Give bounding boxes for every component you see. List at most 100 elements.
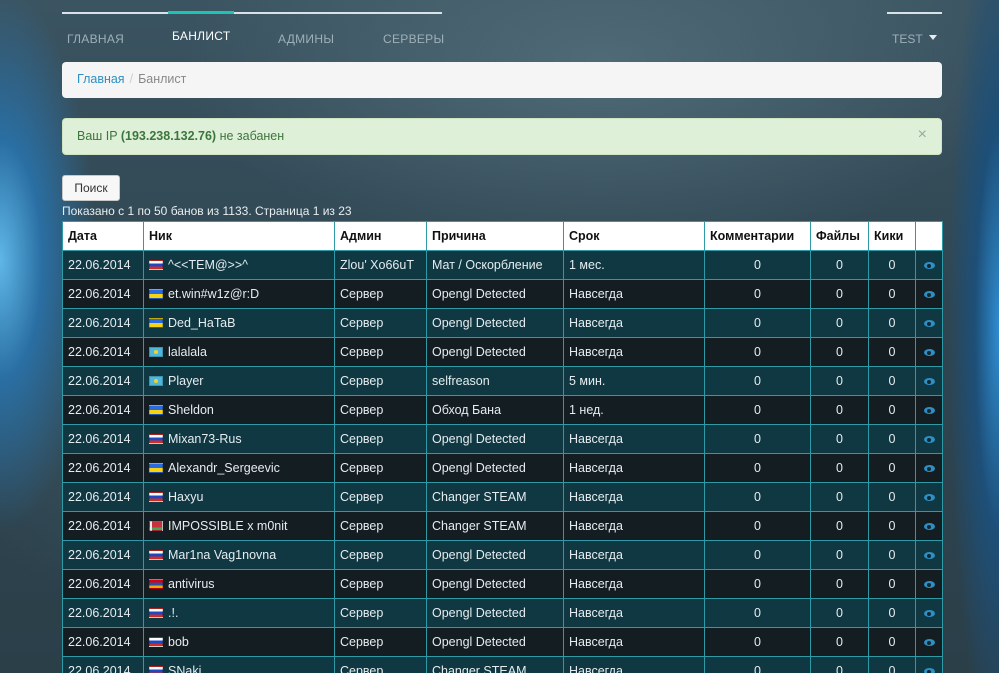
eye-icon[interactable]	[923, 291, 935, 298]
cell-kicks: 0	[868, 656, 916, 673]
table-row[interactable]: 22.06.2014 Sheldon Сервер Обход Бана 1 нед. 0…	[62, 395, 943, 425]
cell-files: 0	[810, 656, 869, 673]
table-row[interactable]: 22.06.2014 Player Сервер selfreason 5 мин. 0 0…	[62, 366, 943, 396]
cell-date: 22.06.2014	[62, 511, 144, 541]
table-row[interactable]: 22.06.2014 SNaki Сервер Changer STEAM Навсег…	[62, 656, 943, 673]
nav-divider	[62, 12, 442, 14]
table-row[interactable]: 22.06.2014 Haxyu Сервер Changer STEAM Навсег…	[62, 482, 943, 512]
cell-nick: antivirus	[143, 569, 335, 599]
table-row[interactable]: 22.06.2014 Ded_HaTaB Сервер Opengl Detected…	[62, 308, 943, 338]
close-icon[interactable]: ×	[918, 126, 927, 144]
nav-item-admins[interactable]: АДМИНЫ	[278, 32, 334, 46]
cell-comments: 0	[704, 308, 811, 338]
caret-down-icon	[928, 35, 937, 41]
table-row[interactable]: 22.06.2014 lalalala Сервер Opengl Detected Н…	[62, 337, 943, 367]
nav-item-banlist[interactable]: БАНЛИСТ	[172, 29, 230, 43]
column-header-nick[interactable]: Ник	[143, 221, 335, 251]
cell-comments: 0	[704, 540, 811, 570]
eye-icon[interactable]	[923, 320, 935, 327]
country-flag-icon	[149, 550, 163, 560]
column-header-kicks[interactable]: Кики	[868, 221, 916, 251]
column-header-comments[interactable]: Комментарии	[704, 221, 811, 251]
eye-icon[interactable]	[923, 407, 935, 414]
player-nick: Ded_HaTaB	[168, 316, 236, 330]
table-row[interactable]: 22.06.2014 Alexandr_Sergeevic Сервер Opengl…	[62, 453, 943, 483]
user-menu[interactable]: TEST	[892, 32, 937, 46]
table-row[interactable]: 22.06.2014 et.win#w1z@r:D Сервер Opengl Det…	[62, 279, 943, 309]
player-nick: Haxyu	[168, 490, 204, 504]
table-row[interactable]: 22.06.2014 Mar1na Vag1novna Сервер Opengl D…	[62, 540, 943, 570]
cell-term: Навсегда	[563, 511, 705, 541]
nav-divider-right	[887, 12, 942, 14]
cell-files: 0	[810, 337, 869, 367]
nav-item-servers[interactable]: СЕРВЕРЫ	[383, 32, 444, 46]
search-button[interactable]: Поиск	[62, 175, 120, 201]
table-row[interactable]: 22.06.2014 IMPOSSIBLE x m0nit Сервер Change…	[62, 511, 943, 541]
cell-reason: Opengl Detected	[426, 569, 564, 599]
eye-icon[interactable]	[923, 349, 935, 356]
column-header-files[interactable]: Файлы	[810, 221, 869, 251]
eye-icon[interactable]	[923, 639, 935, 646]
eye-icon[interactable]	[923, 494, 935, 501]
cell-actions	[915, 569, 943, 599]
cell-admin: Сервер	[334, 337, 427, 367]
eye-icon[interactable]	[923, 262, 935, 269]
table-row[interactable]: 22.06.2014.!. Сервер Opengl Detected Навсег…	[62, 598, 943, 628]
column-header-date[interactable]: Дата	[62, 221, 144, 251]
table-row[interactable]: 22.06.2014 Mixan73-Rus Сервер Opengl Detect…	[62, 424, 943, 454]
eye-icon[interactable]	[923, 378, 935, 385]
cell-kicks: 0	[868, 569, 916, 599]
cell-comments: 0	[704, 453, 811, 483]
table-row[interactable]: 22.06.2014 bob Сервер Opengl Detected Навсег…	[62, 627, 943, 657]
cell-files: 0	[810, 511, 869, 541]
eye-icon[interactable]	[923, 581, 935, 588]
cell-actions	[915, 308, 943, 338]
eye-icon[interactable]	[923, 523, 935, 530]
cell-actions	[915, 511, 943, 541]
cell-date: 22.06.2014	[62, 627, 144, 657]
country-flag-icon	[149, 405, 163, 415]
column-header-admin[interactable]: Админ	[334, 221, 427, 251]
player-nick: bob	[168, 635, 189, 649]
cell-kicks: 0	[868, 250, 916, 280]
table-header-row: Дата Ник Админ Причина Срок Комментарии …	[62, 221, 943, 251]
cell-term: 1 мес.	[563, 250, 705, 280]
cell-admin: Сервер	[334, 366, 427, 396]
player-nick: antivirus	[168, 577, 215, 591]
cell-reason: Opengl Detected	[426, 424, 564, 454]
eye-icon[interactable]	[923, 436, 935, 443]
table-body: 22.06.2014 ^<<TEM@>>^ Zlou' Xo66uT Мат / Ос…	[62, 250, 943, 673]
table-row[interactable]: 22.06.2014 ^<<TEM@>>^ Zlou' Xo66uT Мат / Ос…	[62, 250, 943, 280]
cell-actions	[915, 482, 943, 512]
breadcrumb-current: Банлист	[138, 72, 187, 86]
cell-reason: selfreason	[426, 366, 564, 396]
eye-icon[interactable]	[923, 552, 935, 559]
column-header-reason[interactable]: Причина	[426, 221, 564, 251]
cell-files: 0	[810, 424, 869, 454]
cell-nick: SNaki	[143, 656, 335, 673]
breadcrumb-separator: /	[129, 72, 134, 86]
cell-date: 22.06.2014	[62, 395, 144, 425]
cell-term: Навсегда	[563, 279, 705, 309]
cell-comments: 0	[704, 482, 811, 512]
breadcrumb-home-link[interactable]: Главная	[77, 72, 125, 86]
column-header-term[interactable]: Срок	[563, 221, 705, 251]
cell-files: 0	[810, 366, 869, 396]
cell-date: 22.06.2014	[62, 337, 144, 367]
cell-date: 22.06.2014	[62, 569, 144, 599]
country-flag-icon	[149, 637, 163, 647]
nav-item-home[interactable]: ГЛАВНАЯ	[67, 32, 124, 46]
table-row[interactable]: 22.06.2014 antivirus Сервер Opengl Detected…	[62, 569, 943, 599]
cell-term: Навсегда	[563, 656, 705, 673]
cell-nick: bob	[143, 627, 335, 657]
eye-icon[interactable]	[923, 610, 935, 617]
player-nick: Mixan73-Rus	[168, 432, 242, 446]
banlist-table-wrapper: Дата Ник Админ Причина Срок Комментарии …	[62, 221, 943, 673]
cell-comments: 0	[704, 366, 811, 396]
eye-icon[interactable]	[923, 668, 935, 673]
country-flag-icon	[149, 434, 163, 444]
cell-date: 22.06.2014	[62, 308, 144, 338]
eye-icon[interactable]	[923, 465, 935, 472]
cell-actions	[915, 424, 943, 454]
cell-actions	[915, 453, 943, 483]
